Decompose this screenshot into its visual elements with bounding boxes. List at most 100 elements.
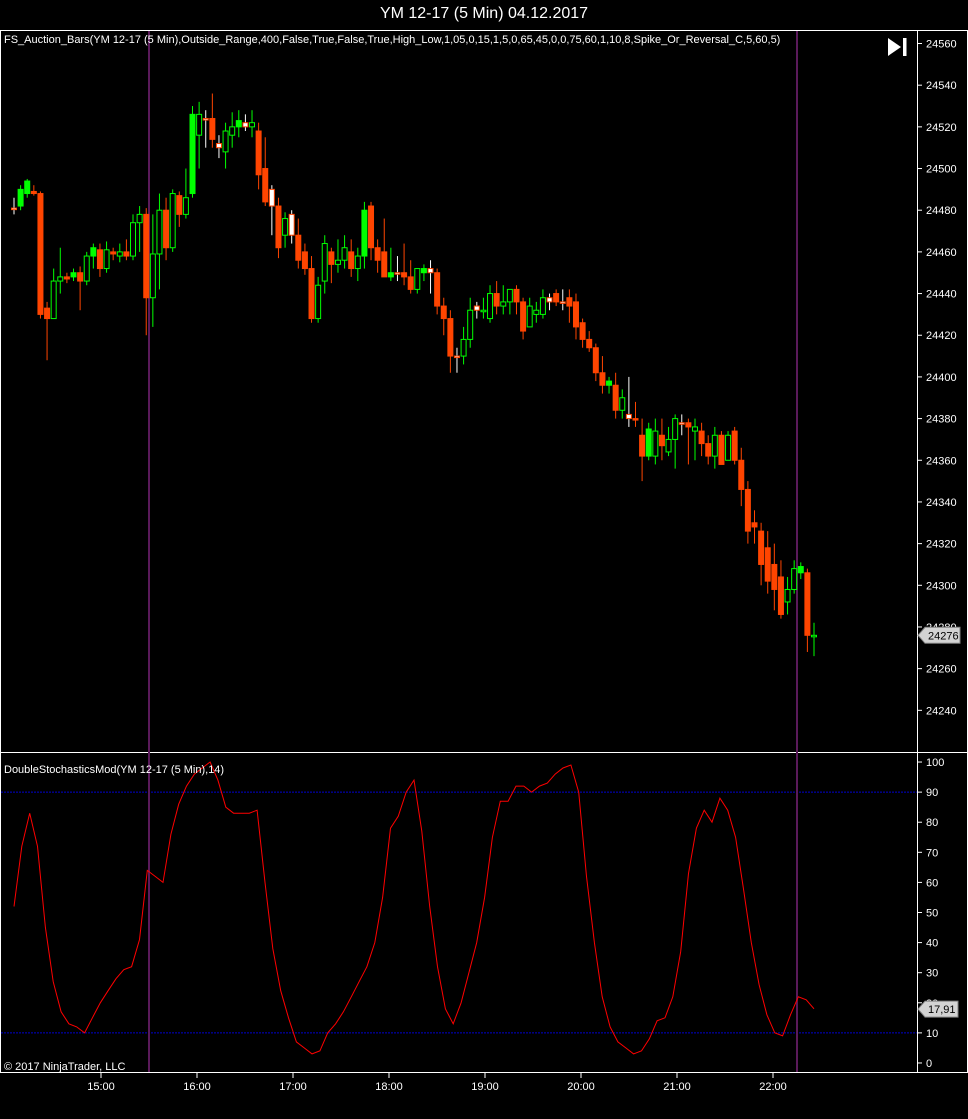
candle bbox=[777, 560, 784, 619]
time-tick-label: 17:00 bbox=[279, 1081, 307, 1093]
candle-body bbox=[321, 243, 328, 282]
candle-body bbox=[255, 130, 262, 176]
stochastic-tick-label: 0 bbox=[926, 1058, 932, 1070]
candle-body bbox=[348, 251, 355, 270]
candle bbox=[301, 243, 308, 275]
candle bbox=[163, 197, 170, 261]
candle-body bbox=[110, 251, 117, 255]
candle-body bbox=[506, 288, 513, 303]
candle-body bbox=[116, 251, 123, 257]
candle-body bbox=[791, 568, 798, 590]
candle-body bbox=[17, 188, 24, 207]
candle-body bbox=[123, 251, 130, 257]
stochastic-line bbox=[13, 761, 815, 1055]
candle-body bbox=[678, 422, 685, 425]
candle-body bbox=[189, 113, 196, 195]
candle-body bbox=[229, 126, 236, 136]
candle-body bbox=[599, 372, 606, 386]
price-axis: 2424024260242802430024320243402436024380… bbox=[917, 39, 961, 717]
candle bbox=[599, 356, 606, 394]
candle bbox=[427, 260, 434, 294]
candle-body bbox=[315, 284, 322, 320]
candle-body bbox=[691, 426, 698, 432]
stochastic-tick-label: 100 bbox=[926, 757, 944, 769]
candle-body bbox=[83, 255, 90, 282]
candle bbox=[672, 414, 679, 469]
candle bbox=[526, 297, 533, 328]
candle-body bbox=[196, 113, 203, 136]
candle bbox=[196, 101, 203, 169]
skip-to-end-icon[interactable] bbox=[884, 34, 912, 60]
candle-body bbox=[301, 251, 308, 270]
candle bbox=[143, 208, 150, 336]
candle bbox=[235, 110, 242, 138]
time-tick-label: 16:00 bbox=[183, 1081, 211, 1093]
candle-body bbox=[758, 530, 765, 565]
time-tick-label: 18:00 bbox=[375, 1081, 403, 1093]
candle-body bbox=[249, 122, 256, 128]
candle-body bbox=[341, 247, 348, 261]
price-tick-label: 24240 bbox=[926, 705, 957, 717]
price-tick-label: 24420 bbox=[926, 330, 957, 342]
candle-body bbox=[374, 247, 381, 261]
candle-body bbox=[467, 309, 474, 340]
candle-body bbox=[764, 547, 771, 582]
candle-body bbox=[520, 301, 527, 332]
last-price-tag: 24276 bbox=[917, 626, 961, 644]
candle-body bbox=[44, 307, 51, 320]
candle-body bbox=[440, 305, 447, 320]
candle-body bbox=[361, 209, 368, 257]
candle-body bbox=[705, 443, 712, 457]
candle bbox=[262, 137, 269, 207]
candle bbox=[811, 622, 817, 657]
candle-body bbox=[401, 272, 408, 278]
candle bbox=[658, 418, 665, 461]
candle-body bbox=[387, 272, 394, 278]
session-lines bbox=[148, 31, 798, 1072]
candle bbox=[460, 326, 467, 365]
candle-body bbox=[784, 588, 791, 603]
price-tick-label: 24500 bbox=[926, 164, 957, 176]
candle bbox=[315, 276, 322, 323]
chart-canvas[interactable]: 2424024260242802430024320243402436024380… bbox=[0, 0, 968, 1119]
candle bbox=[24, 178, 31, 198]
candle-body bbox=[625, 413, 632, 420]
candle bbox=[249, 110, 256, 138]
candle-body bbox=[711, 434, 718, 457]
candle bbox=[480, 297, 487, 319]
candle bbox=[96, 243, 103, 277]
price-tick-label: 24320 bbox=[926, 539, 957, 551]
candle-body bbox=[777, 576, 784, 615]
copyright-label: © 2017 NinjaTrader, LLC bbox=[4, 1061, 125, 1073]
candle bbox=[539, 289, 546, 319]
candle-body bbox=[149, 253, 156, 299]
candle-body bbox=[453, 355, 460, 359]
candle bbox=[136, 206, 143, 252]
price-tick-label: 24480 bbox=[926, 205, 957, 217]
candle-body bbox=[334, 259, 341, 265]
candle bbox=[698, 422, 705, 457]
candle bbox=[592, 343, 599, 382]
time-tick-label: 21:00 bbox=[663, 1081, 691, 1093]
candle bbox=[606, 376, 613, 394]
time-tick-label: 20:00 bbox=[567, 1081, 595, 1093]
last-price-value: 24276 bbox=[928, 630, 959, 642]
candle-body bbox=[420, 268, 427, 274]
candle bbox=[619, 389, 626, 419]
candle bbox=[572, 293, 579, 340]
time-tick-label: 22:00 bbox=[759, 1081, 787, 1093]
candle-body bbox=[143, 213, 150, 299]
candle bbox=[639, 418, 646, 482]
candle bbox=[473, 301, 480, 319]
candle-body bbox=[744, 488, 751, 532]
candle-body bbox=[731, 430, 738, 461]
price-tick-label: 24440 bbox=[926, 289, 957, 301]
candle bbox=[797, 562, 804, 580]
candle bbox=[645, 422, 652, 461]
candle bbox=[579, 318, 586, 348]
price-tick-label: 24360 bbox=[926, 455, 957, 467]
candle bbox=[222, 122, 229, 169]
candle-body bbox=[473, 305, 480, 311]
candle bbox=[295, 218, 302, 269]
candle-body bbox=[57, 276, 64, 282]
